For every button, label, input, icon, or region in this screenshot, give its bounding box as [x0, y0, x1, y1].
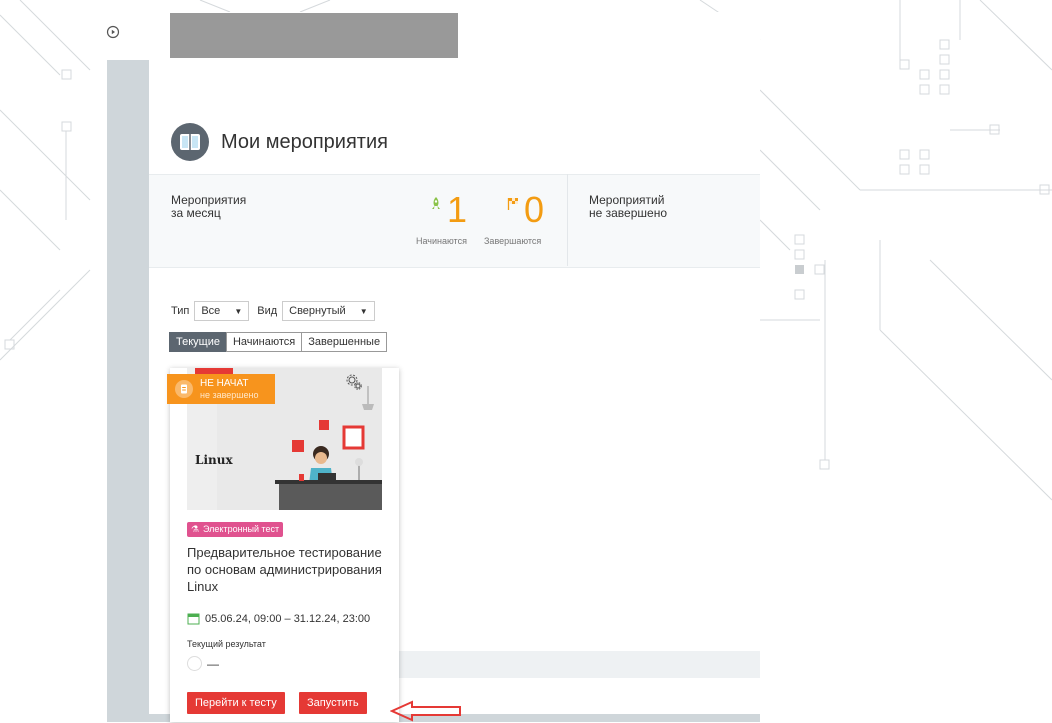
- tab-starting[interactable]: Начинаются: [225, 332, 303, 352]
- ending-caption: Завершаются: [484, 236, 542, 246]
- type-filter-label: Тип: [171, 305, 190, 317]
- header-banner-placeholder: [170, 13, 458, 58]
- page-title: Мои мероприятия: [221, 130, 388, 153]
- event-type-tag: ⚗ Электронный тест: [187, 522, 284, 537]
- tab-finished[interactable]: Завершенные: [301, 332, 388, 352]
- stats-divider: [567, 174, 568, 266]
- footer-bar: [399, 651, 760, 678]
- calendar-icon: [187, 613, 200, 625]
- view-select[interactable]: Свернутый ▼: [282, 301, 375, 321]
- starting-count[interactable]: 1: [447, 192, 467, 228]
- filter-bar: Тип Все ▼ Вид Свернутый ▼: [171, 301, 383, 321]
- sidebar-rail: [107, 60, 149, 722]
- ending-count[interactable]: 0: [524, 192, 544, 228]
- status-sub: не завершено: [200, 390, 259, 400]
- result-progress-ring: [187, 656, 202, 671]
- page-header: Мои мероприятия: [171, 123, 388, 161]
- event-type-label: Электронный тест: [203, 524, 280, 534]
- cover-linux-text: Linux: [195, 453, 233, 467]
- finish-flag-icon: [507, 198, 518, 210]
- current-result-label: Текущий результат: [187, 639, 266, 649]
- event-card[interactable]: Linux НЕ НАЧАТ не завершено ⚗ Электронны…: [167, 368, 399, 722]
- book-icon: [171, 123, 209, 161]
- view-select-value: Свернутый: [289, 305, 346, 317]
- month-label-line2: за месяц: [171, 206, 221, 220]
- chevron-down-icon: ▼: [359, 306, 368, 316]
- event-dates: 05.06.24, 09:00 – 31.12.24, 23:00: [187, 612, 370, 625]
- starting-caption: Начинаются: [416, 236, 467, 246]
- settings-icon[interactable]: [346, 374, 362, 390]
- document-icon: [175, 380, 193, 398]
- launch-button[interactable]: Запустить: [299, 692, 367, 714]
- type-select-value: Все: [201, 305, 221, 317]
- event-title[interactable]: Предварительное тестирование по основам …: [187, 544, 395, 595]
- tab-current[interactable]: Текущие: [169, 332, 227, 352]
- annotation-arrow: [390, 700, 461, 722]
- play-circle-icon[interactable]: [106, 25, 120, 39]
- current-result-value: —: [207, 656, 219, 671]
- event-date-range: 05.06.24, 09:00 – 31.12.24, 23:00: [205, 612, 371, 625]
- test-icon: ⚗: [191, 524, 200, 534]
- status-badge: НЕ НАЧАТ не завершено: [167, 374, 275, 404]
- rocket-icon: [432, 197, 440, 209]
- go-to-test-button[interactable]: Перейти к тесту: [187, 692, 285, 714]
- current-result: —: [187, 656, 219, 671]
- incomplete-label-line2: не завершено: [589, 206, 667, 220]
- status-main: НЕ НАЧАТ: [200, 378, 249, 389]
- type-select[interactable]: Все ▼: [194, 301, 250, 321]
- chevron-down-icon: ▼: [234, 306, 243, 316]
- event-tabs: Текущие Начинаются Завершенные: [169, 332, 388, 352]
- view-filter-label: Вид: [257, 305, 278, 317]
